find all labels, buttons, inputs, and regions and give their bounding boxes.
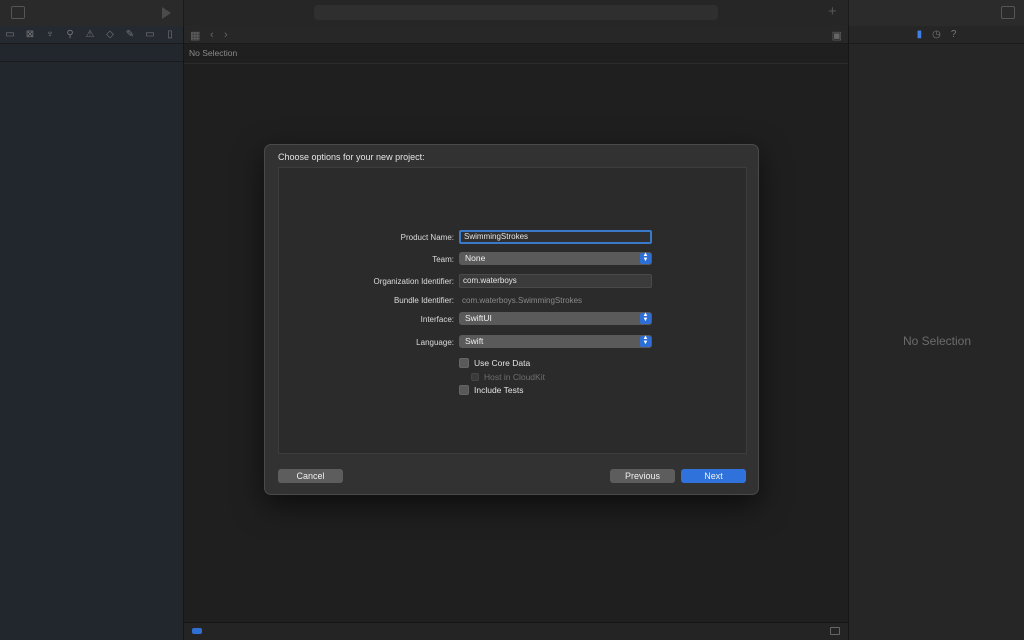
folder-icon[interactable]: ▭ (4, 29, 16, 40)
org-id-row: Organization Identifier: com.waterboys (279, 274, 746, 290)
toolbar-left (0, 0, 184, 26)
navigator-pane: ▭ ⊠ ♆ ⚲ ⚠ ◇ ✎ ▭ ▯ (0, 26, 184, 640)
forward-chevron-icon[interactable]: › (224, 29, 228, 41)
console-toggle-icon[interactable] (830, 627, 840, 635)
debug-area-toggle[interactable] (192, 628, 202, 634)
history-icon[interactable]: ◷ (932, 29, 941, 40)
window-toolbar: + (0, 0, 1024, 26)
inspector-pane: ▮ ◷ ? No Selection (848, 26, 1024, 640)
language-popup[interactable]: Swift ▲ ▼ (459, 335, 652, 348)
chevron-updown-icon: ▲ ▼ (640, 335, 651, 347)
language-value: Swift (465, 336, 484, 346)
options-panel: Product Name: SwimmingStrokes Team: None… (278, 167, 747, 454)
host-in-cloudkit-label: Host in CloudKit (484, 372, 545, 382)
grid-icon[interactable]: ▦ (190, 29, 200, 42)
back-chevron-icon[interactable]: ‹ (210, 29, 214, 41)
chevron-updown-icon: ▲ ▼ (640, 252, 651, 264)
editor-jump-bar: ▦ ‹ › ▣ (184, 26, 848, 44)
use-core-data-checkbox[interactable]: Use Core Data (459, 357, 530, 369)
plus-icon[interactable]: + (828, 3, 837, 20)
debug-icon[interactable]: ✎ (124, 29, 136, 40)
source-control-icon[interactable]: ⊠ (24, 29, 36, 40)
activity-view (314, 5, 718, 20)
include-tests-checkbox[interactable]: Include Tests (459, 384, 523, 396)
report-icon[interactable]: ▯ (164, 29, 176, 40)
inspector-tab-bar: ▮ ◷ ? (849, 26, 1024, 44)
team-value: None (465, 253, 486, 263)
toolbar-center (184, 0, 848, 26)
org-id-field[interactable]: com.waterboys (459, 274, 652, 288)
interface-value: SwiftUI (465, 313, 492, 323)
inspector-empty-label: No Selection (902, 334, 972, 348)
team-popup[interactable]: None ▲ ▼ (459, 252, 652, 265)
use-core-data-label: Use Core Data (474, 358, 531, 368)
navigator-tab-bar: ▭ ⊠ ♆ ⚲ ⚠ ◇ ✎ ▭ ▯ (0, 26, 183, 44)
path-bar: No Selection (184, 44, 848, 64)
run-icon[interactable] (162, 7, 171, 19)
bundle-id-value: com.waterboys.SwimmingStrokes (462, 296, 583, 305)
new-project-options-sheet: Choose options for your new project: Pro… (264, 144, 759, 495)
issue-icon[interactable]: ⚠ (84, 29, 96, 40)
product-name-field[interactable]: SwimmingStrokes (459, 230, 652, 244)
product-name-label: Product Name: (400, 233, 454, 242)
toolbar-right (848, 0, 1024, 26)
breakpoint-icon[interactable]: ▭ (144, 29, 156, 40)
file-inspector-icon[interactable]: ▮ (917, 29, 923, 40)
chevron-updown-icon: ▲ ▼ (640, 312, 651, 324)
interface-popup[interactable]: SwiftUI ▲ ▼ (459, 312, 652, 325)
org-id-label: Organization Identifier: (373, 277, 455, 286)
include-tests-label: Include Tests (474, 385, 524, 395)
interface-row: Interface: SwiftUI ▲ ▼ (279, 312, 746, 328)
bundle-id-row: Bundle Identifier: com.waterboys.Swimmin… (279, 293, 746, 309)
help-icon[interactable]: ? (951, 29, 957, 40)
debug-bar (184, 622, 848, 640)
navigator-filter-bar (0, 44, 183, 62)
checkbox-box[interactable] (459, 358, 469, 368)
symbol-icon[interactable]: ♆ (44, 29, 56, 40)
product-name-row: Product Name: SwimmingStrokes (279, 230, 746, 246)
bundle-id-label: Bundle Identifier: (393, 296, 454, 305)
language-label: Language: (416, 338, 454, 347)
checkbox-box (471, 373, 479, 381)
sheet-title: Choose options for your new project: (278, 152, 425, 162)
cancel-button[interactable]: Cancel (278, 469, 343, 483)
checkbox-box[interactable] (459, 385, 469, 395)
next-button[interactable]: Next (681, 469, 746, 483)
previous-button[interactable]: Previous (610, 469, 675, 483)
navigator-toggle-icon[interactable] (11, 6, 25, 19)
split-editor-icon[interactable]: ▣ (832, 29, 842, 42)
inspector-toggle-icon[interactable] (1001, 6, 1015, 19)
team-label: Team: (432, 255, 454, 264)
host-in-cloudkit-checkbox: Host in CloudKit (471, 371, 545, 383)
language-row: Language: Swift ▲ ▼ (279, 335, 746, 351)
find-icon[interactable]: ⚲ (64, 29, 76, 40)
interface-label: Interface: (420, 315, 454, 324)
test-icon[interactable]: ◇ (104, 29, 116, 40)
team-row: Team: None ▲ ▼ (279, 252, 746, 268)
